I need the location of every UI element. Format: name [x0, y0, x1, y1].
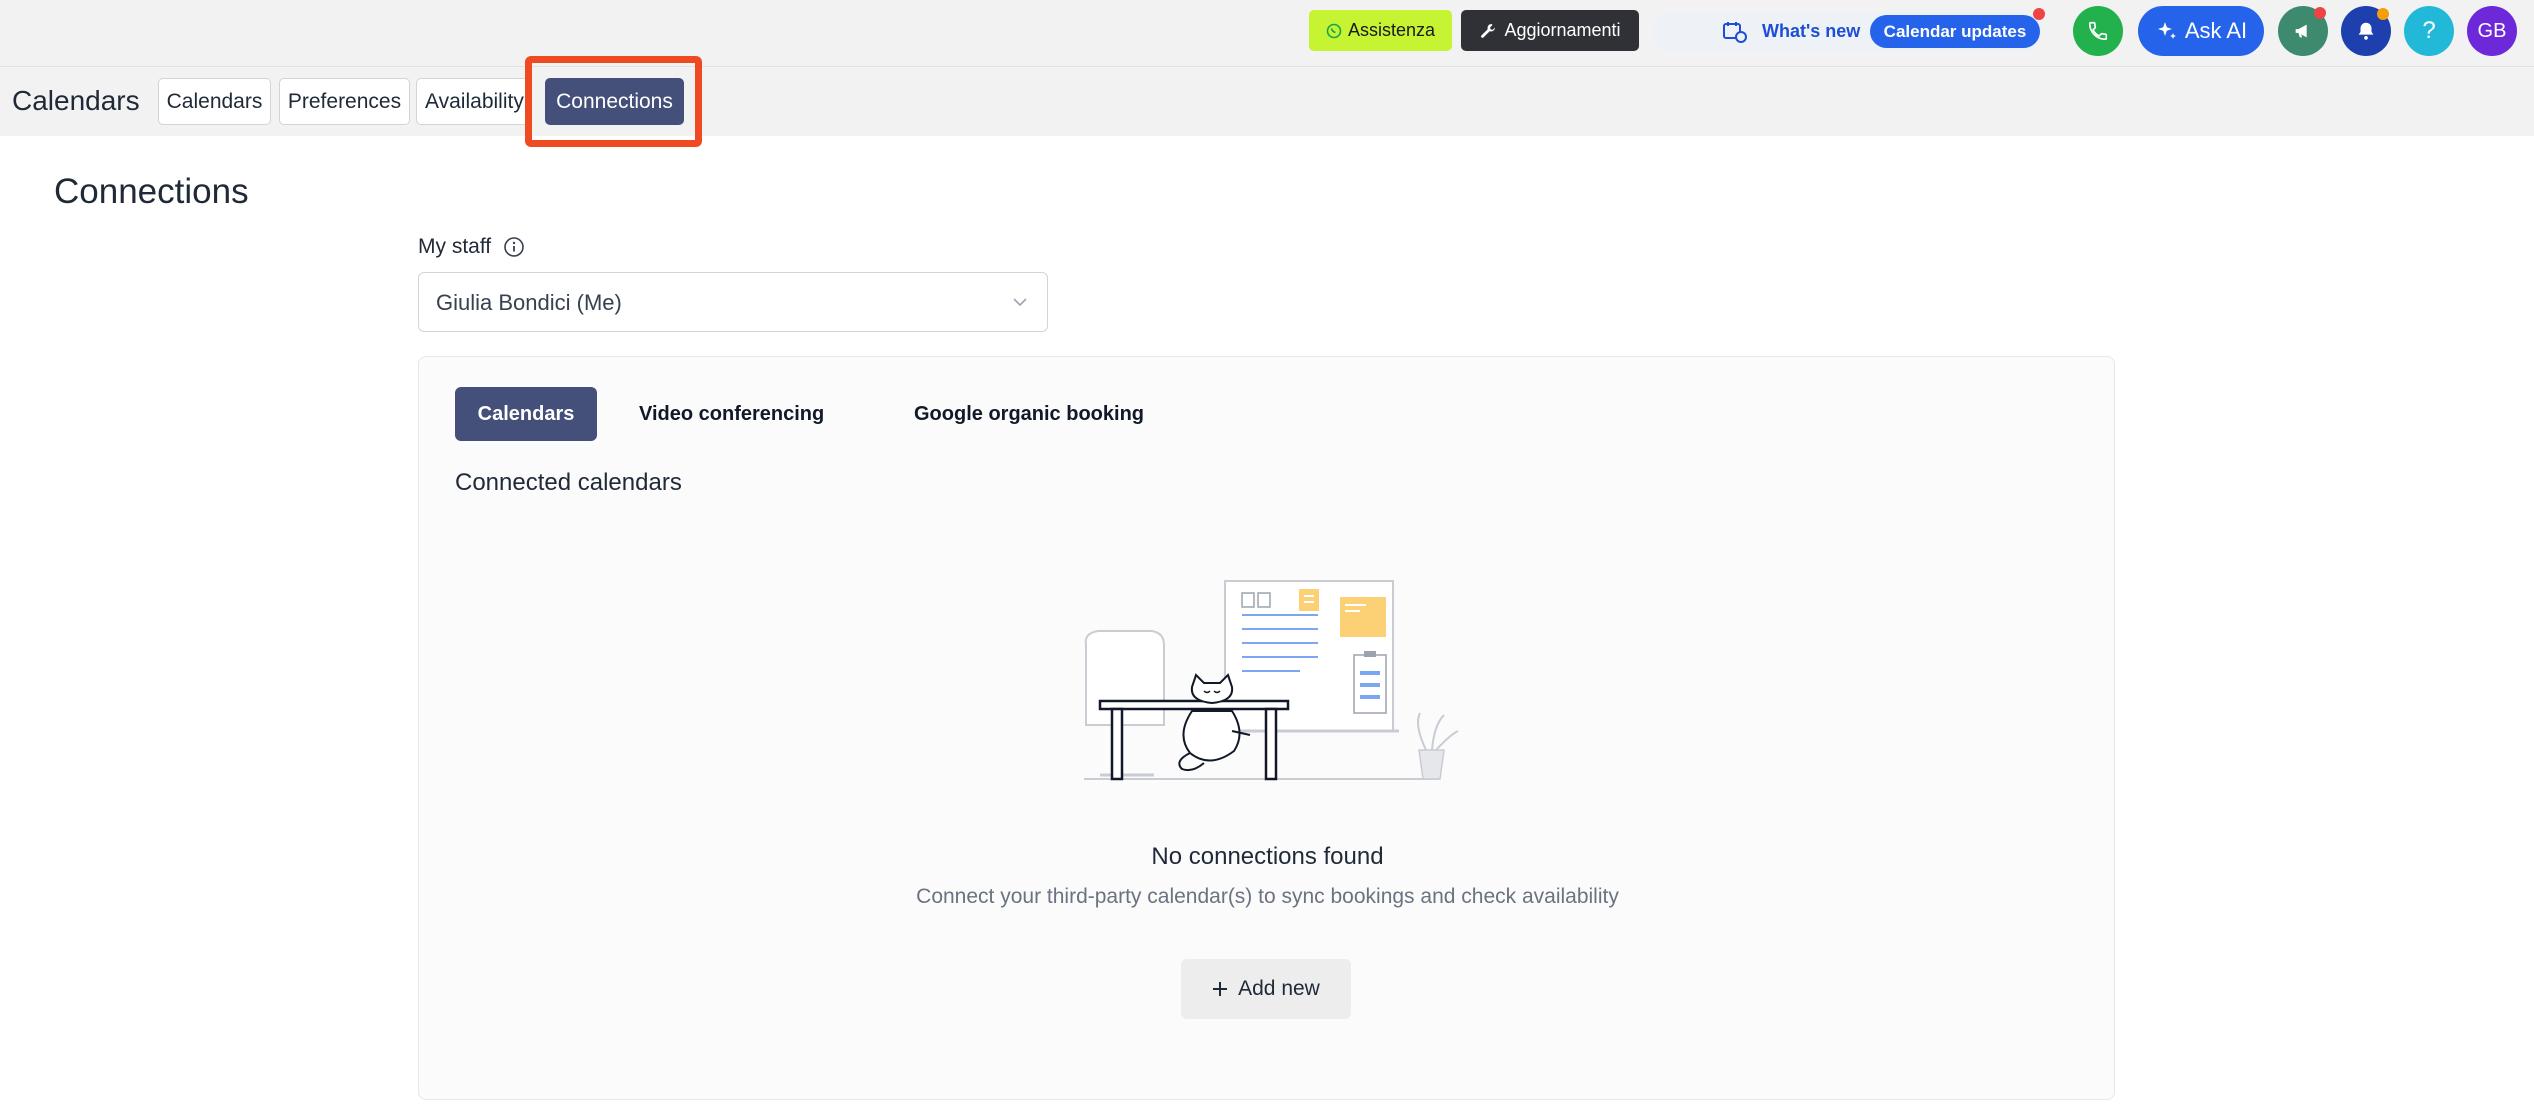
- tab-connections[interactable]: Connections: [545, 78, 684, 125]
- notification-dot: [2314, 7, 2326, 19]
- staff-label-row: My staff: [418, 235, 525, 259]
- tab-label: Connections: [556, 89, 673, 113]
- info-icon[interactable]: [503, 236, 525, 258]
- whatsapp-icon: [1326, 23, 1342, 38]
- plus-icon: [1213, 982, 1228, 996]
- whats-new-widget[interactable]: What's new Calendar updates: [1652, 8, 2045, 52]
- phone-icon: [2088, 21, 2108, 41]
- notification-dot: [2033, 8, 2045, 20]
- notifications-button[interactable]: [2341, 6, 2391, 56]
- empty-state-title: No connections found: [1151, 843, 1384, 870]
- staff-select[interactable]: Giulia Bondici (Me): [418, 272, 1048, 332]
- tab-calendars[interactable]: Calendars: [158, 78, 271, 125]
- page-title: Connections: [54, 172, 249, 211]
- calendar-news-icon: [1723, 22, 1747, 43]
- tab-label: Calendars: [166, 89, 263, 113]
- avatar[interactable]: GB: [2467, 6, 2517, 56]
- notification-dot: [2377, 8, 2389, 20]
- tab-availability[interactable]: Availability: [416, 78, 529, 125]
- chevron-down-icon: [1013, 298, 1027, 307]
- assistenza-button[interactable]: Assistenza: [1309, 10, 1452, 51]
- aggiornamenti-button[interactable]: Aggiornamenti: [1461, 10, 1639, 51]
- staff-label: My staff: [418, 235, 492, 258]
- add-new-button[interactable]: Add new: [1181, 959, 1351, 1019]
- add-new-label: Add new: [1238, 977, 1320, 1000]
- help-button[interactable]: ?: [2404, 6, 2454, 56]
- tab-label: Preferences: [287, 89, 402, 113]
- panel-tab-label: Video conferencing: [639, 402, 825, 425]
- sparkle-icon: [2157, 22, 2176, 39]
- avatar-initials: GB: [2477, 19, 2507, 42]
- calendar-updates-badge[interactable]: Calendar updates: [1870, 15, 2040, 48]
- whats-new-label: What's new: [1762, 21, 1861, 41]
- tab-preferences[interactable]: Preferences: [279, 78, 410, 125]
- top-bar: Assistenza Aggiornamenti What's new Cale…: [0, 0, 2534, 67]
- aggiornamenti-label: Aggiornamenti: [1504, 20, 1621, 40]
- panel-tab-label: Google organic booking: [914, 402, 1144, 425]
- panel-tab-google-organic-booking[interactable]: Google organic booking: [914, 387, 1144, 441]
- empty-state-illustration: [1084, 580, 1459, 781]
- section-title: Calendars: [12, 85, 140, 116]
- empty-state-description: Connect your third-party calendar(s) to …: [916, 885, 1619, 908]
- bell-icon: [2358, 22, 2374, 40]
- tab-label: Availability: [425, 89, 524, 113]
- assistenza-label: Assistenza: [1347, 20, 1436, 40]
- announcements-button[interactable]: [2278, 6, 2328, 56]
- megaphone-icon: [2295, 24, 2307, 38]
- help-label: ?: [2422, 17, 2436, 44]
- panel-tab-video-conferencing[interactable]: Video conferencing: [639, 387, 824, 441]
- calendar-updates-label: Calendar updates: [1883, 21, 2027, 41]
- calendars-subnav: Calendars Calendars Preferences Availabi…: [0, 67, 2534, 136]
- connected-calendars-title: Connected calendars: [455, 469, 682, 496]
- panel-tab-calendars[interactable]: Calendars: [455, 387, 597, 441]
- ask-ai-button[interactable]: Ask AI: [2138, 6, 2264, 56]
- connections-panel: Calendars Video conferencing Google orga…: [418, 356, 2115, 1100]
- phone-button[interactable]: [2073, 6, 2123, 56]
- wrench-icon: [1481, 23, 1496, 38]
- panel-tab-label: Calendars: [477, 402, 575, 425]
- staff-select-value: Giulia Bondici (Me): [436, 290, 622, 315]
- ask-ai-label: Ask AI: [2184, 18, 2248, 43]
